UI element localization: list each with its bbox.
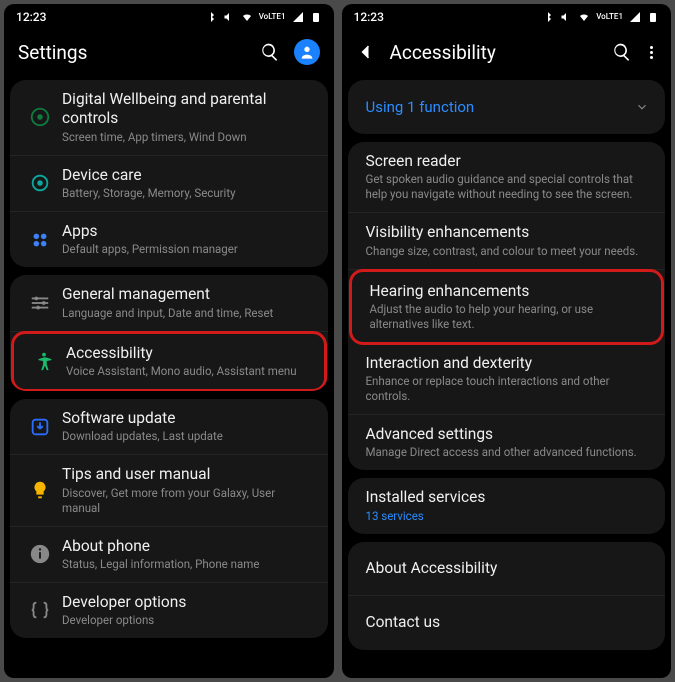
item-title: Visibility enhancements: [366, 223, 654, 242]
item-sub: Discover, Get more from your Galaxy, Use…: [62, 486, 316, 516]
person-icon: [299, 44, 315, 60]
sliders-icon: [29, 292, 51, 314]
item-sub: Download updates, Last update: [62, 429, 316, 444]
phone-left: 12:23 VoLTE1 Settings Digital Wellbeing …: [4, 4, 334, 678]
item-sub: Voice Assistant, Mono audio, Assistant m…: [66, 364, 312, 379]
item-sub: Adjust the audio to help your hearing, o…: [370, 302, 650, 332]
item-contact-us[interactable]: Contact us: [348, 596, 666, 650]
item-sub: Language and input, Date and time, Reset: [62, 306, 316, 321]
item-title: Screen reader: [366, 152, 654, 171]
signal-icon: [629, 11, 641, 23]
item-title: Developer options: [62, 593, 316, 612]
item-title: Hearing enhancements: [370, 282, 650, 301]
item-sub: 13 services: [366, 509, 654, 524]
item-title: Tips and user manual: [62, 465, 316, 484]
item-title: About Accessibility: [366, 559, 654, 578]
banner-text: Using 1 function: [366, 98, 632, 117]
battery-icon: [310, 11, 322, 23]
care-icon: [29, 172, 51, 194]
item-sub: Default apps, Permission manager: [62, 242, 316, 257]
item-sub: Change size, contrast, and colour to mee…: [366, 244, 654, 259]
item-title: Digital Wellbeing and parental controls: [62, 90, 316, 129]
item-title: Accessibility: [66, 344, 312, 363]
settings-item-wellbeing[interactable]: Digital Wellbeing and parental controls …: [10, 80, 328, 156]
settings-item-developer[interactable]: Developer options Developer options: [10, 583, 328, 638]
item-screen-reader[interactable]: Screen reader Get spoken audio guidance …: [348, 142, 666, 213]
chevron-down-icon: [631, 100, 653, 114]
info-icon: [29, 543, 51, 565]
item-advanced[interactable]: Advanced settings Manage Direct access a…: [348, 415, 666, 470]
using-functions-banner[interactable]: Using 1 function: [348, 80, 666, 134]
item-sub: Developer options: [62, 613, 316, 628]
item-title: Advanced settings: [366, 425, 654, 444]
page-title: Settings: [18, 41, 246, 64]
profile-avatar[interactable]: [294, 39, 320, 65]
signal-icon: [292, 11, 304, 23]
item-title: Installed services: [366, 488, 654, 507]
back-icon[interactable]: [356, 42, 376, 62]
search-icon[interactable]: [612, 42, 632, 62]
item-visibility[interactable]: Visibility enhancements Change size, con…: [348, 213, 666, 269]
status-time: 12:23: [16, 10, 46, 24]
settings-item-general[interactable]: General management Language and input, D…: [10, 275, 328, 331]
wifi-icon: [578, 11, 590, 23]
item-title: Apps: [62, 222, 316, 241]
titlebar-settings: Settings: [4, 30, 334, 74]
item-interaction[interactable]: Interaction and dexterity Enhance or rep…: [348, 344, 666, 415]
wifi-icon: [241, 11, 253, 23]
settings-item-accessibility[interactable]: Accessibility Voice Assistant, Mono audi…: [11, 331, 327, 391]
settings-group: Digital Wellbeing and parental controls …: [10, 80, 328, 267]
bulb-icon: [29, 479, 51, 501]
page-title: Accessibility: [390, 41, 599, 64]
item-title: About phone: [62, 537, 316, 556]
search-icon[interactable]: [260, 42, 280, 62]
accessibility-group: Installed services 13 services: [348, 478, 666, 533]
status-bar: 12:23 VoLTE1: [4, 4, 334, 30]
item-sub: Screen time, App timers, Wind Down: [62, 130, 316, 145]
item-title: General management: [62, 285, 316, 304]
item-title: Interaction and dexterity: [366, 354, 654, 373]
settings-item-apps[interactable]: Apps Default apps, Permission manager: [10, 212, 328, 267]
item-sub: Get spoken audio guidance and special co…: [366, 172, 654, 202]
accessibility-icon: [33, 350, 55, 372]
bluetooth-icon: [205, 11, 217, 23]
item-sub: Status, Legal information, Phone name: [62, 557, 316, 572]
more-menu-icon[interactable]: [646, 46, 657, 59]
settings-item-about[interactable]: About phone Status, Legal information, P…: [10, 527, 328, 583]
settings-item-device-care[interactable]: Device care Battery, Storage, Memory, Se…: [10, 156, 328, 212]
item-installed-services[interactable]: Installed services 13 services: [348, 478, 666, 533]
item-sub: Battery, Storage, Memory, Security: [62, 186, 316, 201]
accessibility-group: About Accessibility Contact us: [348, 542, 666, 650]
battery-icon: [647, 11, 659, 23]
apps-icon: [29, 229, 51, 251]
banner-card: Using 1 function: [348, 80, 666, 134]
settings-group: General management Language and input, D…: [10, 275, 328, 391]
settings-content: Digital Wellbeing and parental controls …: [4, 74, 334, 678]
item-title: Device care: [62, 166, 316, 185]
wellbeing-icon: [29, 106, 51, 128]
titlebar-accessibility: Accessibility: [342, 30, 672, 74]
mute-icon: [223, 11, 235, 23]
accessibility-content: Using 1 function Screen reader Get spoke…: [342, 74, 672, 678]
lte-label: VoLTE1: [259, 13, 286, 21]
item-about-accessibility[interactable]: About Accessibility: [348, 542, 666, 596]
settings-group: Software update Download updates, Last u…: [10, 399, 328, 638]
phone-right: 12:23 VoLTE1 Accessibility Using 1 funct…: [342, 4, 672, 678]
mute-icon: [560, 11, 572, 23]
settings-item-update[interactable]: Software update Download updates, Last u…: [10, 399, 328, 455]
download-icon: [29, 416, 51, 438]
lte-label: VoLTE1: [596, 13, 623, 21]
accessibility-group: Screen reader Get spoken audio guidance …: [348, 142, 666, 470]
item-hearing[interactable]: Hearing enhancements Adjust the audio to…: [349, 269, 665, 345]
status-time: 12:23: [354, 10, 384, 24]
item-sub: Enhance or replace touch interactions an…: [366, 374, 654, 404]
braces-icon: [29, 599, 51, 621]
item-sub: Manage Direct access and other advanced …: [366, 445, 654, 460]
item-title: Software update: [62, 409, 316, 428]
status-bar: 12:23 VoLTE1: [342, 4, 672, 30]
bluetooth-icon: [542, 11, 554, 23]
item-title: Contact us: [366, 613, 654, 632]
settings-item-tips[interactable]: Tips and user manual Discover, Get more …: [10, 455, 328, 526]
